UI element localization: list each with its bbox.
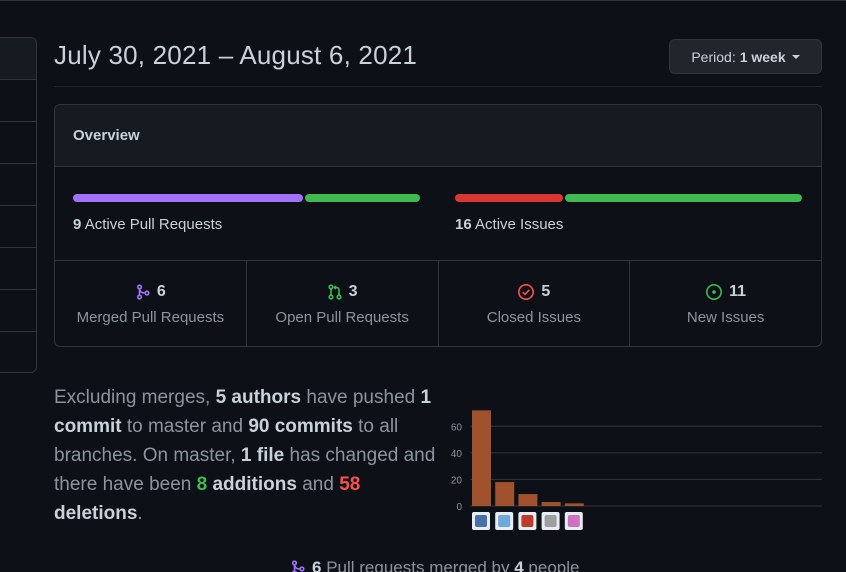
bar bbox=[472, 410, 491, 506]
merge-icon bbox=[291, 560, 305, 572]
stat-new-issues[interactable]: 11 New Issues bbox=[630, 261, 821, 346]
commits-by-author-chart: 0 20 40 60 bbox=[451, 410, 822, 530]
issue-closed-icon bbox=[518, 284, 535, 300]
issues-summary[interactable]: 16 Active Issues bbox=[455, 194, 802, 233]
bar bbox=[541, 502, 561, 506]
period-select-button[interactable]: Period: 1 week bbox=[669, 39, 822, 74]
y-tick-label: 0 bbox=[456, 502, 462, 513]
additions-count: 8 bbox=[196, 474, 208, 495]
period-value: 1 week bbox=[739, 48, 786, 65]
merged-segment bbox=[73, 194, 304, 202]
deletions-count: 58 bbox=[339, 474, 361, 495]
sidebar-header bbox=[0, 38, 36, 80]
bar bbox=[518, 494, 538, 506]
sidebar-item[interactable] bbox=[0, 206, 36, 248]
y-tick-label: 20 bbox=[451, 475, 463, 486]
author-avatar-image bbox=[498, 515, 511, 527]
header-divider bbox=[54, 86, 822, 87]
stat-open-pull-requests[interactable]: 3 Open Pull Requests bbox=[247, 261, 439, 346]
issues-progress bbox=[455, 194, 802, 202]
active-pull-requests-label: 9 Active Pull Requests bbox=[73, 216, 223, 233]
authors-link[interactable]: 5 authors bbox=[216, 387, 302, 408]
author-avatar-image bbox=[544, 515, 557, 527]
sidebar-nav bbox=[0, 37, 37, 373]
author-avatar-image bbox=[521, 515, 534, 527]
overview-box: Overview 9 Active Pull Requests 16 Activ… bbox=[54, 104, 822, 347]
y-tick-label: 60 bbox=[451, 422, 463, 433]
bar bbox=[564, 503, 584, 506]
caret-down-icon bbox=[791, 54, 800, 59]
overview-bars: 9 Active Pull Requests 16 Active Issues bbox=[55, 167, 821, 261]
pull-requests-progress bbox=[73, 194, 420, 202]
commits-all-count: 90 commits bbox=[248, 416, 353, 437]
active-pull-requests-count: 9 bbox=[73, 216, 82, 233]
pull-request-icon bbox=[328, 284, 342, 300]
sidebar-item[interactable] bbox=[0, 332, 36, 372]
sidebar-item[interactable] bbox=[0, 80, 36, 122]
date-range-title: July 30, 2021 – August 6, 2021 bbox=[54, 40, 418, 70]
sidebar-item[interactable] bbox=[0, 164, 36, 206]
overview-title: Overview bbox=[73, 127, 140, 144]
open-segment bbox=[305, 194, 420, 202]
stat-merged-pull-requests[interactable]: 6 Merged Pull Requests bbox=[55, 261, 247, 346]
top-border bbox=[0, 0, 846, 1]
y-tick-label: 40 bbox=[451, 449, 463, 460]
pull-requests-summary[interactable]: 9 Active Pull Requests bbox=[73, 194, 420, 233]
author-avatar-image bbox=[567, 515, 580, 527]
active-issues-count: 16 bbox=[455, 216, 472, 233]
overview-stats: 6 Merged Pull Requests 3 Open Pull Reque… bbox=[55, 261, 821, 346]
active-issues-label: 16 Active Issues bbox=[455, 216, 564, 233]
author-avatar-image bbox=[475, 515, 487, 527]
commit-summary: Excluding merges, 5 authors have pushed … bbox=[54, 387, 436, 524]
stat-closed-issues[interactable]: 5 Closed Issues bbox=[439, 261, 631, 346]
new-segment bbox=[564, 194, 802, 202]
sidebar-item[interactable] bbox=[0, 248, 36, 290]
merge-icon bbox=[136, 284, 150, 300]
closed-segment bbox=[455, 194, 563, 202]
merged-pull-requests-heading: 6 Pull requests merged by 4 people bbox=[290, 558, 579, 572]
period-label: Period: bbox=[691, 48, 736, 65]
sidebar-item[interactable] bbox=[0, 290, 36, 332]
files-changed-count: 1 file bbox=[240, 445, 285, 466]
sidebar-item[interactable] bbox=[0, 122, 36, 164]
issue-opened-icon bbox=[706, 284, 723, 300]
overview-header: Overview bbox=[55, 105, 821, 167]
bar bbox=[495, 482, 515, 506]
